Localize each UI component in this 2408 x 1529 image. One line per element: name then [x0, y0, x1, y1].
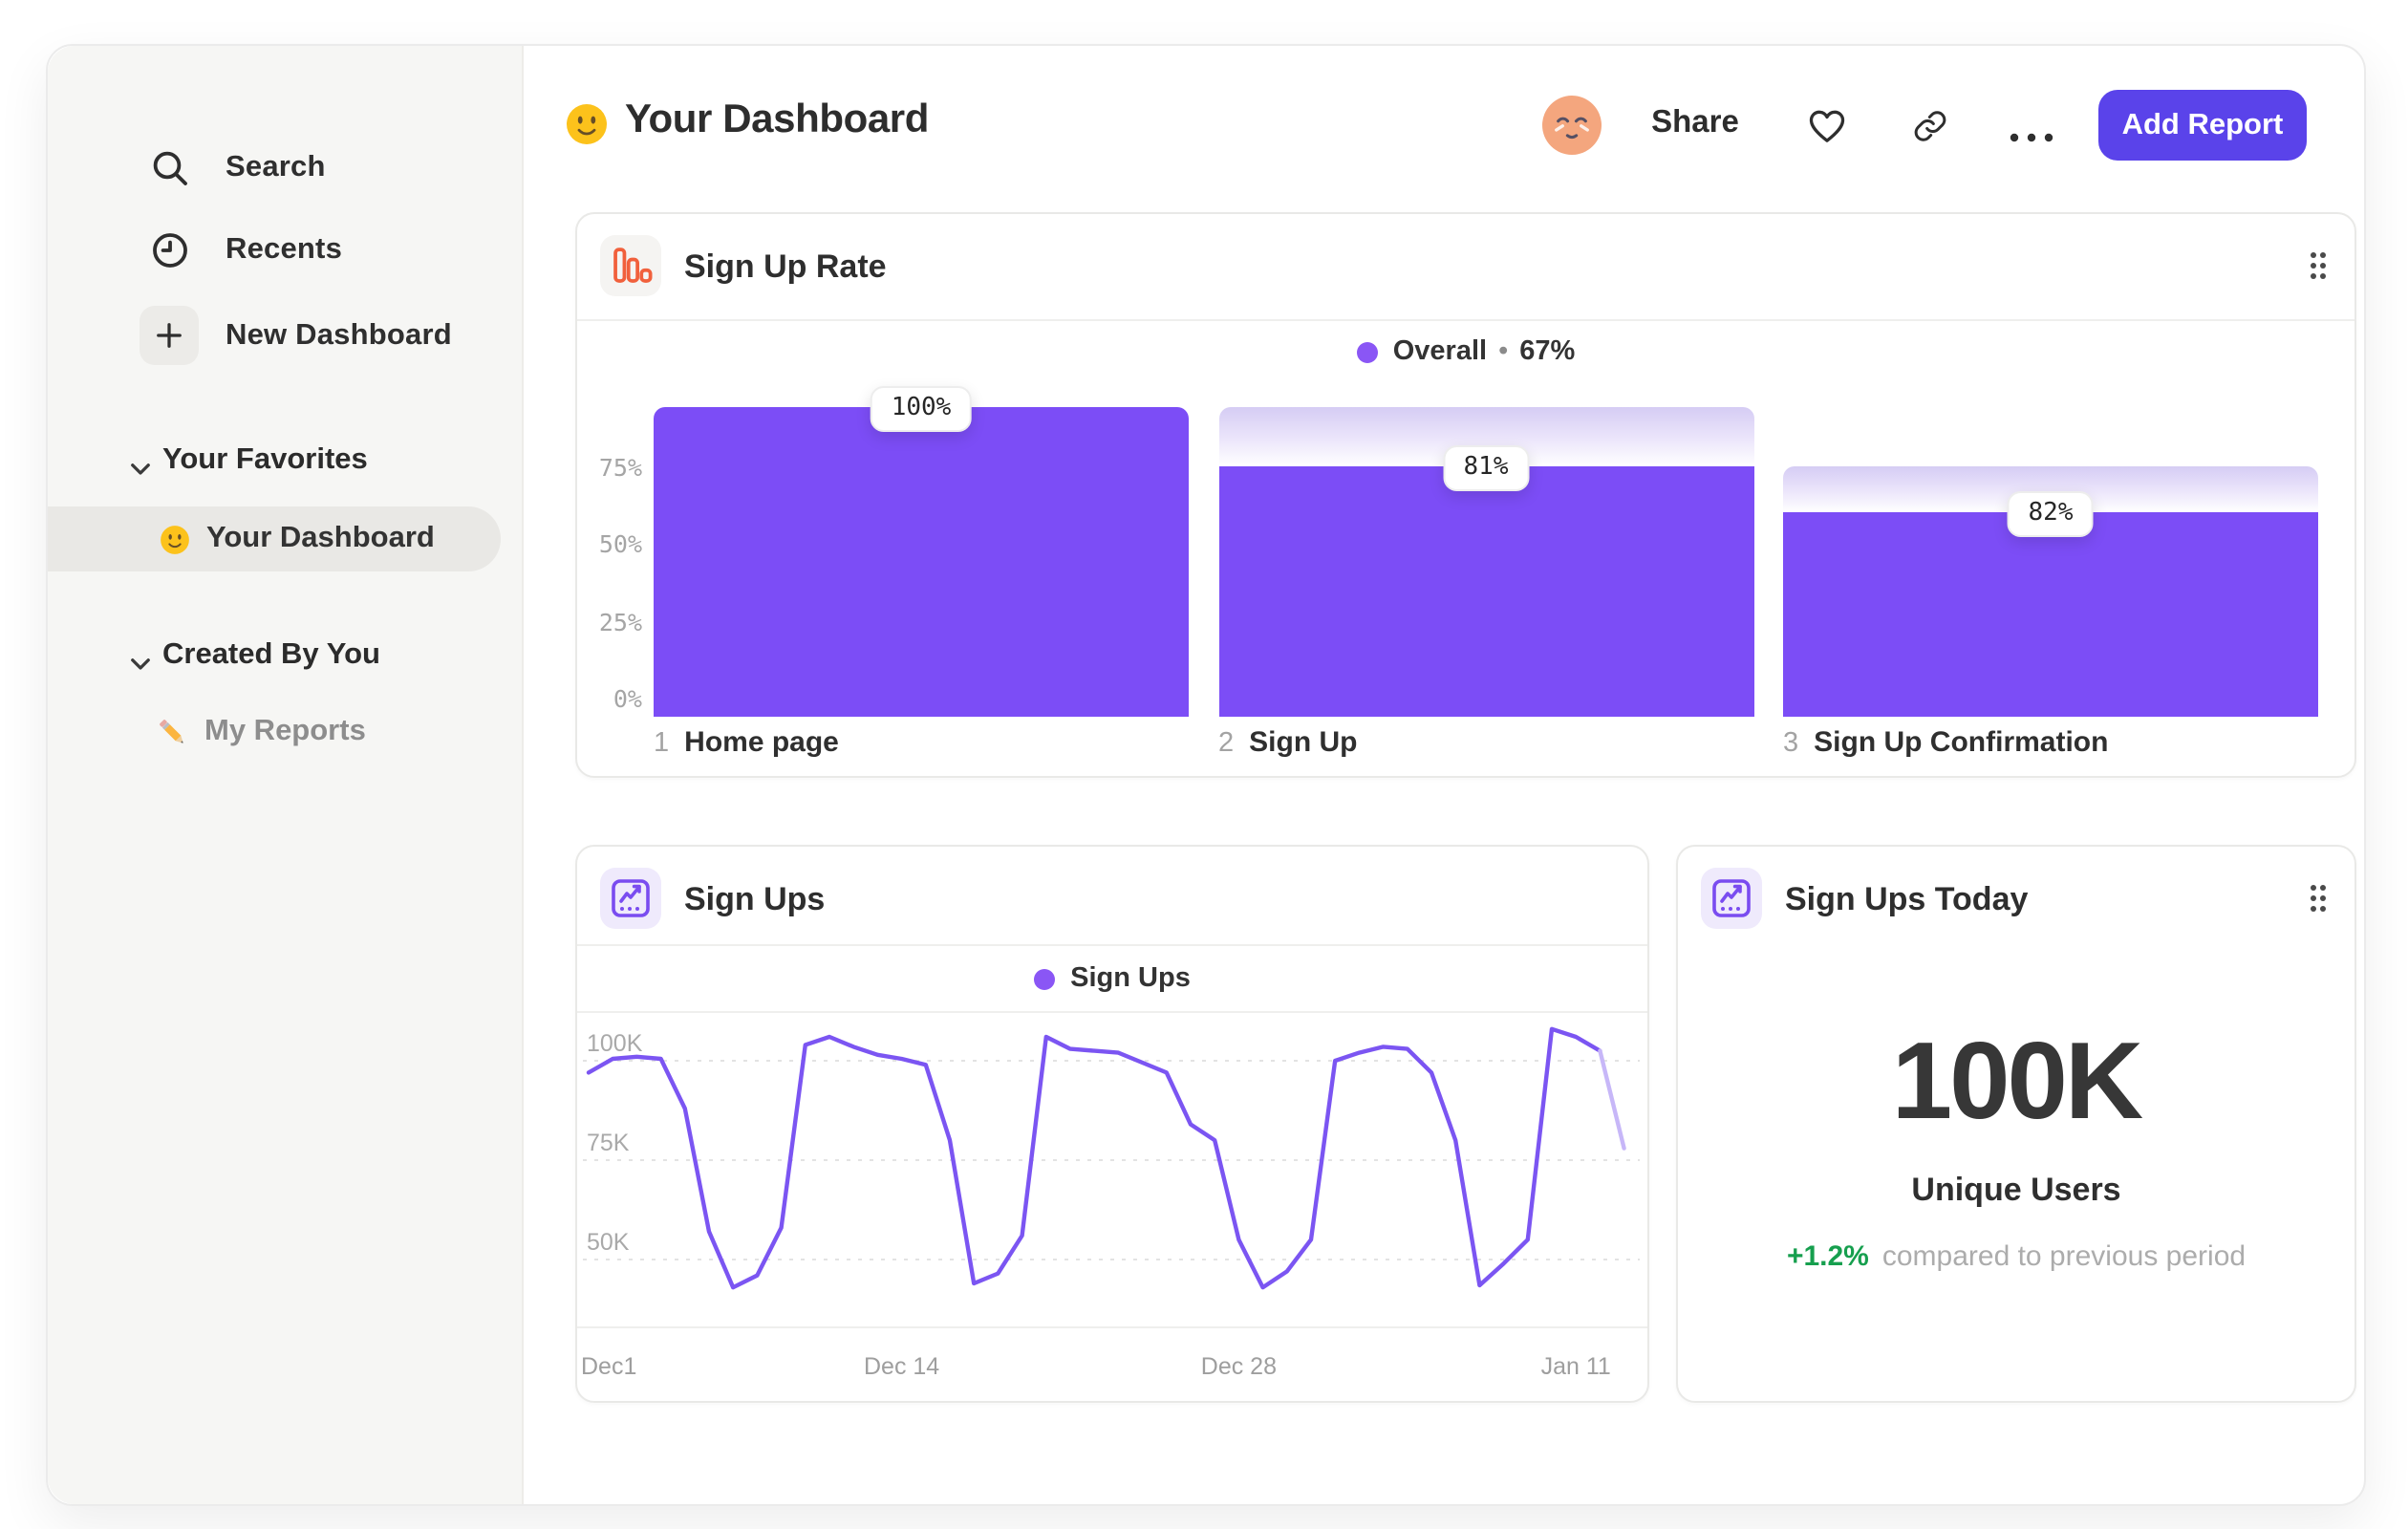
sidebar-item-search[interactable]: Search — [48, 136, 506, 201]
funnel-step-label: 3 Sign Up Confirmation — [1783, 726, 2109, 759]
metric-delta-row: +1.2% compared to previous period — [1678, 1240, 2354, 1273]
sidebar-item-your-dashboard[interactable]: Your Dashboard — [48, 506, 501, 571]
sidebar-item-label: New Dashboard — [226, 319, 452, 352]
signup-rate-card: Sign Up Rate Overall • 67% 75% 50% 25% 0% 10… — [575, 212, 2356, 778]
signups-today-card: Sign Ups Today 100K Unique Users +1.2% c… — [1676, 845, 2356, 1403]
app-root: Search Recents New Dashboard Your Favori… — [0, 0, 2408, 1529]
signups-chart: 100K 75K 50K — [577, 1011, 1647, 1326]
delta-note: compared to previous period — [1881, 1240, 2247, 1273]
dashboard-title-emoji — [564, 101, 610, 147]
funnel-step-label: 2 Sign Up — [1218, 726, 1358, 759]
x-axis-label: Jan 11 — [1540, 1353, 1611, 1380]
chevron-down-icon — [130, 647, 151, 670]
signups-line-svg — [583, 1026, 1640, 1290]
card-title: Sign Ups — [684, 881, 826, 917]
y-axis-label: 100K — [587, 1030, 643, 1057]
y-axis-label: 0% — [613, 684, 642, 713]
line-report-icon — [1701, 868, 1762, 929]
sidebar-item-recents[interactable]: Recents — [48, 218, 506, 283]
funnel-bar[interactable] — [1783, 512, 2318, 717]
funnel-bar[interactable] — [1218, 465, 1753, 717]
plus-icon — [140, 306, 199, 365]
signup-rate-chart: 75% 50% 25% 0% 100% 1 Home page 81% 2 Sign Up 82% 3… — [577, 214, 2354, 776]
y-axis-label: 75K — [587, 1130, 630, 1156]
sidebar-item-label: Your Dashboard — [206, 522, 435, 554]
signups-xaxis: Dec1 Dec 14 Dec 28 Jan 11 — [577, 1326, 1647, 1403]
metric-value: 100K — [1891, 1021, 2144, 1143]
sidebar-section-your-favorites[interactable]: Your Favorites — [48, 440, 368, 482]
legend-dot — [1034, 968, 1056, 989]
line-legend[interactable]: Sign Ups — [577, 946, 1647, 1013]
drag-handle-icon[interactable] — [2309, 883, 2328, 914]
legend-series-label: Sign Ups — [1070, 963, 1191, 994]
section-label: Your Favorites — [162, 443, 368, 476]
card-title: Sign Ups Today — [1785, 881, 2029, 917]
y-axis-label: 25% — [598, 607, 642, 635]
share-button[interactable]: Share — [1638, 105, 1752, 141]
funnel-step-label: 1 Home page — [654, 726, 839, 759]
pencil-emoji — [155, 714, 191, 750]
funnel-bar[interactable] — [654, 407, 1189, 717]
avatar[interactable] — [1542, 96, 1602, 155]
bar-value-tooltip: 81% — [1442, 444, 1530, 491]
add-report-button[interactable]: Add Report — [2098, 90, 2307, 161]
x-axis-label: Dec 28 — [1200, 1353, 1277, 1380]
sidebar-item-label: Search — [226, 151, 326, 183]
delta-badge: +1.2% — [1786, 1240, 1869, 1273]
page-title: Your Dashboard — [625, 97, 929, 141]
sidebar-item-new-dashboard[interactable]: New Dashboard — [48, 304, 506, 369]
chevron-down-icon — [130, 452, 151, 475]
y-axis-label: 50% — [598, 529, 642, 558]
section-label: Created By You — [162, 638, 380, 671]
dashboard-header: Your Dashboard Share Add Report — [522, 46, 2364, 210]
y-axis-label: 75% — [598, 452, 642, 481]
bar-value-tooltip: 100% — [870, 386, 973, 432]
line-report-icon — [600, 868, 661, 929]
more-options-button[interactable] — [2007, 120, 2056, 142]
copy-link-button[interactable] — [1911, 107, 1949, 145]
sidebar-item-label: My Reports — [204, 715, 366, 747]
metric-label: Unique Users — [1911, 1172, 2121, 1208]
app-window: Search Recents New Dashboard Your Favori… — [46, 44, 2366, 1506]
sidebar: Search Recents New Dashboard Your Favori… — [48, 46, 524, 1504]
favorite-heart-button[interactable] — [1806, 105, 1848, 147]
y-axis-label: 50K — [587, 1229, 630, 1256]
sidebar-section-created-by-you[interactable]: Created By You — [48, 635, 380, 677]
x-axis-label: Dec 14 — [863, 1353, 940, 1380]
sidebar-item-label: Recents — [226, 233, 343, 266]
smiley-emoji — [159, 523, 191, 555]
x-axis-label: Dec1 — [581, 1353, 637, 1380]
recents-icon — [149, 229, 191, 271]
bar-value-tooltip: 82% — [2007, 491, 2095, 538]
search-icon — [149, 147, 191, 189]
sidebar-item-my-reports[interactable]: My Reports — [48, 700, 366, 764]
signups-card: Sign Ups Sign Ups 100K 75K 50K Dec1 Dec 14 D… — [575, 845, 1649, 1403]
